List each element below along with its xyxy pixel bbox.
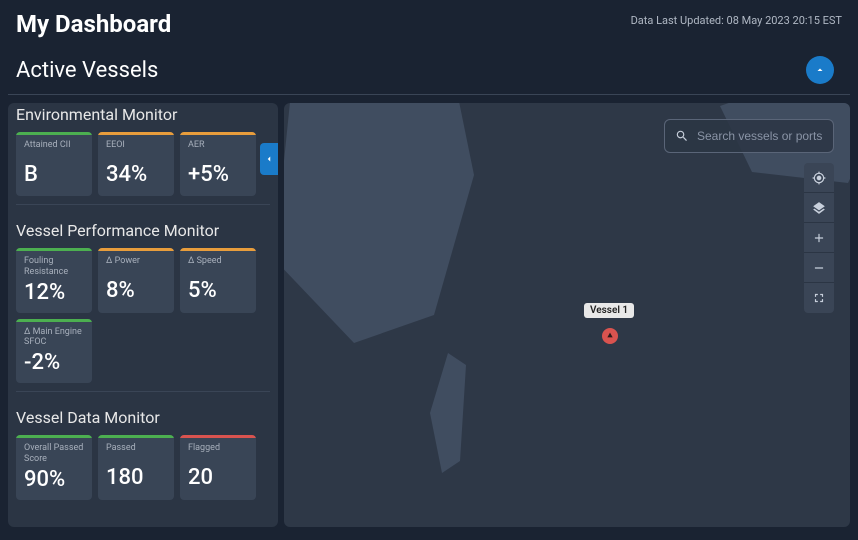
main-content: Environmental Monitor Attained CII B EEO… (0, 95, 858, 535)
section-title: Environmental Monitor (16, 105, 270, 124)
map-zoom-out-button[interactable] (804, 253, 834, 283)
divider (16, 391, 270, 392)
collapse-button[interactable] (806, 56, 834, 84)
tile-label: Passed (106, 443, 166, 463)
landmass-madagascar (424, 353, 484, 473)
tile-row: Attained CII B EEOI 34% AER +5% (16, 132, 270, 196)
tile-label: Attained CII (24, 140, 84, 160)
status-bar (98, 132, 174, 135)
ship-icon (606, 332, 614, 340)
subheader: Active Vessels (8, 38, 850, 95)
tile-value: 8% (106, 278, 166, 303)
layers-icon (812, 201, 826, 215)
map-area[interactable]: Vessel 1 (284, 103, 850, 527)
tile-value: 90% (24, 467, 84, 492)
minus-icon (812, 261, 826, 275)
header: My Dashboard Data Last Updated: 08 May 2… (0, 0, 858, 38)
tile-value: 20 (188, 465, 248, 490)
section-heading-active-vessels: Active Vessels (16, 58, 158, 83)
tile-label: Overall Passed Score (24, 443, 84, 465)
section-title: Vessel Data Monitor (16, 408, 270, 427)
tile-passed[interactable]: Passed 180 (98, 435, 174, 500)
section-title: Vessel Performance Monitor (16, 221, 270, 240)
vessel-performance-section: Vessel Performance Monitor Fouling Resis… (16, 221, 270, 392)
map-zoom-in-button[interactable] (804, 223, 834, 253)
tile-attained-cii[interactable]: Attained CII B (16, 132, 92, 196)
status-bar (98, 435, 174, 438)
page-title: My Dashboard (16, 10, 171, 38)
status-bar (16, 319, 92, 322)
map-layers-button[interactable] (804, 193, 834, 223)
tile-eeoi[interactable]: EEOI 34% (98, 132, 174, 196)
tile-label: Δ Power (106, 256, 166, 276)
status-bar (180, 435, 256, 438)
tile-row: Fouling Resistance 12% Δ Power 8% Δ Spee… (16, 248, 270, 383)
tile-label: AER (188, 140, 248, 160)
tile-value: 180 (106, 465, 166, 490)
tile-delta-speed[interactable]: Δ Speed 5% (180, 248, 256, 313)
environmental-monitor-section: Environmental Monitor Attained CII B EEO… (16, 105, 270, 205)
tile-label: Fouling Resistance (24, 256, 84, 278)
status-bar (16, 248, 92, 251)
tile-value: 5% (188, 278, 248, 303)
vessel-tooltip: Vessel 1 (584, 303, 634, 318)
status-bar (98, 248, 174, 251)
tile-overall-passed-score[interactable]: Overall Passed Score 90% (16, 435, 92, 500)
map-locate-button[interactable] (804, 163, 834, 193)
status-bar (180, 248, 256, 251)
tile-label: Δ Main Engine SFOC (24, 327, 84, 349)
last-updated: Data Last Updated: 08 May 2023 20:15 EST (631, 14, 842, 27)
plus-icon (812, 231, 826, 245)
chevron-left-icon (264, 154, 274, 164)
fullscreen-icon (812, 291, 826, 305)
vessel-data-section: Vessel Data Monitor Overall Passed Score… (16, 408, 270, 500)
tile-flagged[interactable]: Flagged 20 (180, 435, 256, 500)
tile-delta-power[interactable]: Δ Power 8% (98, 248, 174, 313)
tile-row: Overall Passed Score 90% Passed 180 Flag… (16, 435, 270, 500)
chevron-up-icon (814, 64, 826, 76)
vessel-marker[interactable] (602, 328, 618, 344)
map-fullscreen-button[interactable] (804, 283, 834, 313)
tile-delta-main-engine-sfoc[interactable]: Δ Main Engine SFOC -2% (16, 319, 92, 384)
sidebar-collapse-button[interactable] (260, 143, 278, 175)
tile-value: 34% (106, 162, 166, 187)
tile-aer[interactable]: AER +5% (180, 132, 256, 196)
map-controls (804, 163, 834, 313)
tile-label: Δ Speed (188, 256, 248, 276)
tile-value: B (24, 162, 84, 187)
search-input[interactable] (697, 129, 823, 143)
map-search (664, 119, 834, 153)
status-bar (16, 435, 92, 438)
tile-value: +5% (188, 162, 248, 187)
search-icon (675, 129, 689, 143)
tile-label: EEOI (106, 140, 166, 160)
status-bar (16, 132, 92, 135)
crosshair-icon (812, 171, 826, 185)
divider (16, 204, 270, 205)
metrics-sidebar: Environmental Monitor Attained CII B EEO… (8, 103, 278, 527)
landmass-africa (284, 103, 474, 343)
tile-value: -2% (24, 350, 84, 375)
tile-fouling-resistance[interactable]: Fouling Resistance 12% (16, 248, 92, 313)
tile-value: 12% (24, 280, 84, 305)
status-bar (180, 132, 256, 135)
tile-label: Flagged (188, 443, 248, 463)
